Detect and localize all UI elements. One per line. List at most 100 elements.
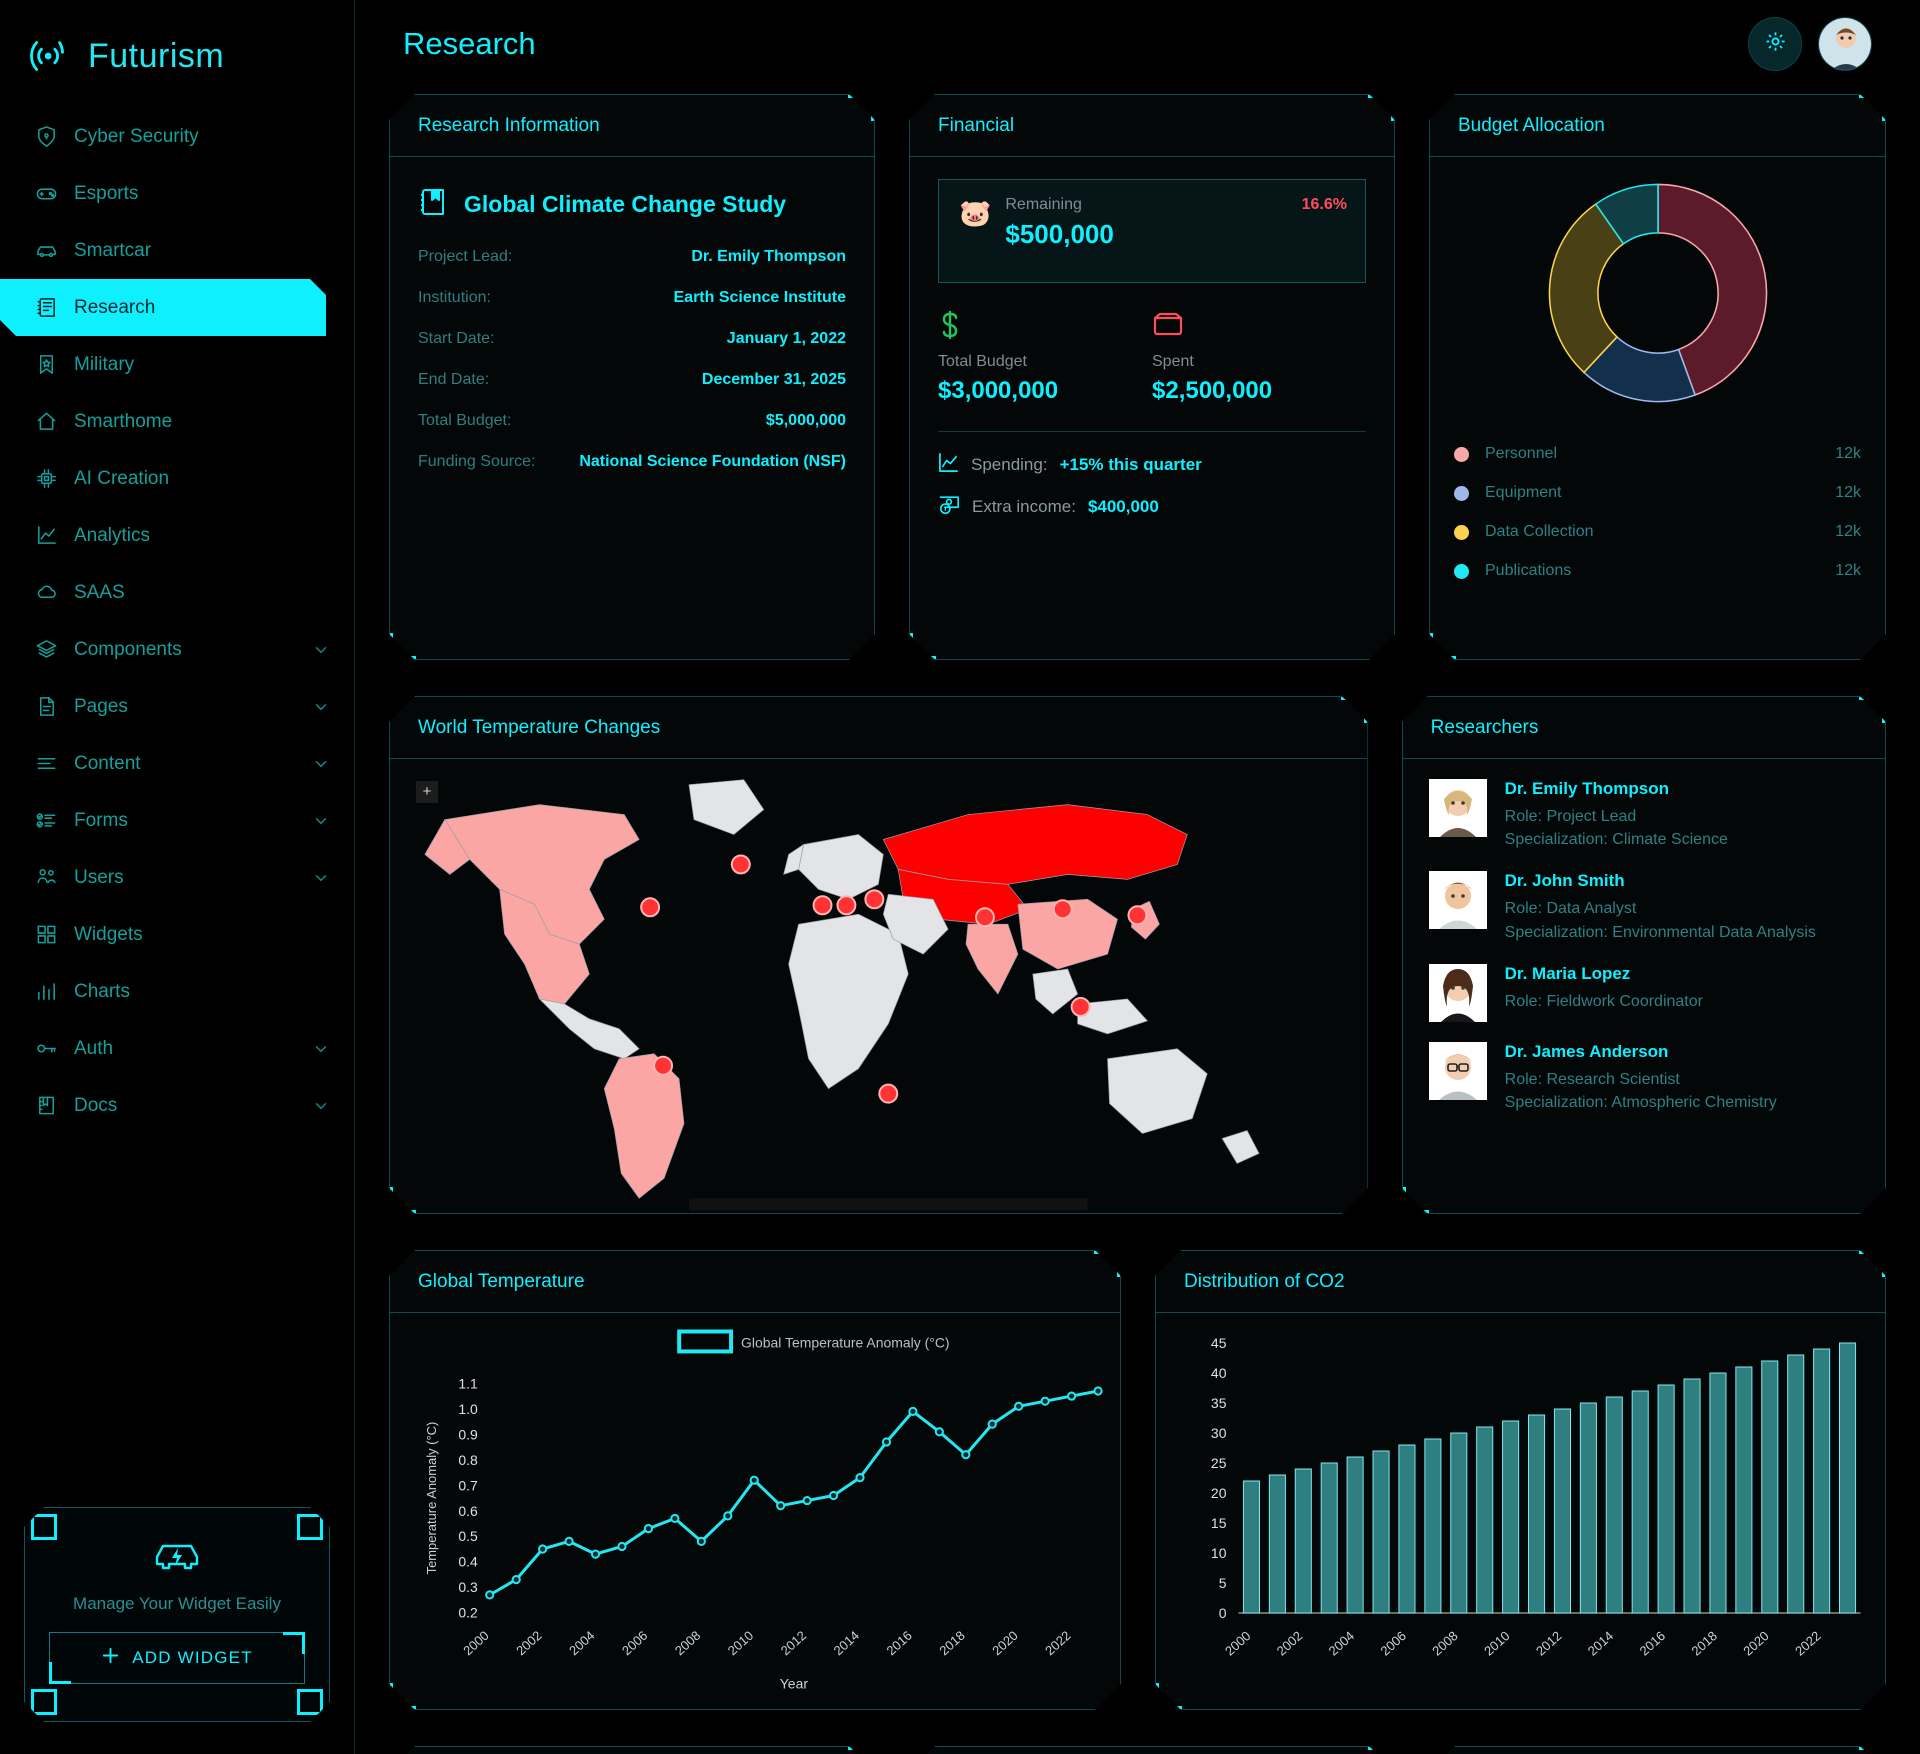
- sidebar-item-analytics[interactable]: Analytics: [0, 507, 354, 564]
- legend-item[interactable]: Personnel 12k: [1454, 445, 1861, 463]
- chevron-down-icon[interactable]: [312, 698, 330, 716]
- svg-text:0.9: 0.9: [458, 1426, 478, 1442]
- bar[interactable]: [1606, 1397, 1622, 1613]
- chevron-down-icon[interactable]: [312, 812, 330, 830]
- co2-distribution-chart: 0 5 10 15 20 25 30 35 40 45 2000 2002 2004 2006 2008 20…: [1156, 1313, 1885, 1709]
- bar[interactable]: [1762, 1361, 1778, 1613]
- researcher-item[interactable]: Dr. John Smith Role: Data Analyst Speciali…: [1429, 871, 1859, 943]
- chevron-down-icon[interactable]: [312, 755, 330, 773]
- cloud-icon: [34, 581, 58, 605]
- panel-title: Global Temperature: [390, 1251, 1120, 1313]
- corner-accent: [1859, 1747, 1885, 1754]
- legend-color-dot: [1454, 486, 1469, 501]
- bar[interactable]: [1554, 1409, 1570, 1613]
- sidebar-item-ai-creation[interactable]: AI Creation: [0, 450, 354, 507]
- sidebar-nav: Cyber Security Esports Smartcar Research Mil…: [0, 108, 354, 1134]
- brand[interactable]: Futurism: [0, 0, 354, 90]
- plus-icon: [101, 1646, 120, 1670]
- bar[interactable]: [1814, 1349, 1830, 1613]
- sidebar-item-forms[interactable]: Forms: [0, 792, 354, 849]
- researcher-item[interactable]: Dr. James Anderson Role: Research Scienti…: [1429, 1042, 1859, 1114]
- panel-title: World Temperature Changes: [390, 697, 1367, 759]
- researcher-specialization: Specialization: Atmospheric Chemistry: [1504, 1093, 1777, 1111]
- research-field-row: Funding Source: National Science Foundati…: [418, 453, 846, 471]
- bar[interactable]: [1477, 1427, 1493, 1613]
- bar[interactable]: [1425, 1439, 1441, 1613]
- bar[interactable]: [1295, 1469, 1311, 1613]
- legend-value: 12k: [1835, 562, 1861, 579]
- bar[interactable]: [1684, 1379, 1700, 1613]
- corner-accent: [297, 1689, 323, 1715]
- researcher-item[interactable]: Dr. Maria Lopez Role: Fieldwork Coordinat…: [1429, 964, 1859, 1022]
- svg-text:0.7: 0.7: [458, 1477, 478, 1493]
- money-bill-icon: [938, 494, 960, 520]
- document-icon: [34, 695, 58, 719]
- legend-item[interactable]: Publications 12k: [1454, 562, 1861, 580]
- bar[interactable]: [1399, 1445, 1415, 1613]
- chevron-down-icon[interactable]: [312, 869, 330, 887]
- researcher-role: Role: Project Lead: [1504, 808, 1637, 825]
- svg-text:2004: 2004: [566, 1628, 597, 1658]
- sidebar-item-docs[interactable]: Docs: [0, 1077, 354, 1134]
- corner-accent: [1094, 1251, 1120, 1277]
- chevron-down-icon[interactable]: [312, 1040, 330, 1058]
- add-widget-button[interactable]: ADD WIDGET: [49, 1632, 305, 1684]
- researcher-specialization: Specialization: Climate Science: [1504, 831, 1728, 849]
- sidebar-item-label: Research: [74, 296, 156, 318]
- researcher-item[interactable]: Dr. Emily Thompson Role: Project Lead Spec…: [1429, 779, 1859, 851]
- svg-text:2014: 2014: [1585, 1628, 1617, 1658]
- corner-accent: [390, 633, 416, 659]
- corner-accent: [1859, 697, 1885, 723]
- svg-text:5: 5: [1219, 1575, 1227, 1591]
- sidebar-item-users[interactable]: Users: [0, 849, 354, 906]
- bar[interactable]: [1658, 1385, 1674, 1613]
- settings-button[interactable]: [1748, 17, 1802, 71]
- sidebar-item-label: Widgets: [74, 923, 143, 945]
- sidebar-item-pages[interactable]: Pages: [0, 678, 354, 735]
- bar[interactable]: [1321, 1463, 1337, 1613]
- map-zoom-in-button[interactable]: +: [416, 781, 438, 803]
- sidebar-item-content[interactable]: Content: [0, 735, 354, 792]
- legend-item[interactable]: Data Collection 12k: [1454, 523, 1861, 541]
- corner-accent: [390, 1187, 416, 1213]
- bar[interactable]: [1580, 1403, 1596, 1613]
- bar[interactable]: [1451, 1433, 1467, 1613]
- sidebar-item-charts[interactable]: Charts: [0, 963, 354, 1020]
- avatar[interactable]: [1818, 17, 1872, 71]
- svg-text:2008: 2008: [672, 1628, 703, 1658]
- remaining-value: $500,000: [1005, 219, 1114, 249]
- researcher-avatar: [1429, 779, 1487, 837]
- sidebar-item-esports[interactable]: Esports: [0, 165, 354, 222]
- world-map[interactable]: +: [390, 759, 1367, 1211]
- sidebar-item-research[interactable]: Research: [0, 279, 326, 336]
- bar[interactable]: [1788, 1355, 1804, 1613]
- chevron-down-icon[interactable]: [312, 641, 330, 659]
- sidebar-item-auth[interactable]: Auth: [0, 1020, 354, 1077]
- sidebar-item-components[interactable]: Components: [0, 621, 354, 678]
- sidebar-item-military[interactable]: Military: [0, 336, 354, 393]
- bar[interactable]: [1269, 1475, 1285, 1613]
- bar[interactable]: [1347, 1457, 1363, 1613]
- bar[interactable]: [1632, 1391, 1648, 1613]
- research-field-key: Total Budget:: [418, 412, 512, 429]
- svg-text:1.1: 1.1: [458, 1375, 478, 1391]
- sidebar-item-cyber-security[interactable]: Cyber Security: [0, 108, 354, 165]
- co2-distribution-panel: Distribution of CO2 0 5 10 15 20 25 30 35 40 45 20…: [1155, 1250, 1886, 1710]
- sidebar-item-smartcar[interactable]: Smartcar: [0, 222, 354, 279]
- gamepad-icon: [34, 182, 58, 206]
- bar[interactable]: [1710, 1373, 1726, 1613]
- researchers-list[interactable]: Dr. Emily Thompson Role: Project Lead Spec…: [1403, 759, 1885, 1211]
- bar[interactable]: [1529, 1415, 1545, 1613]
- bar[interactable]: [1373, 1451, 1389, 1613]
- bar[interactable]: [1243, 1481, 1259, 1613]
- sidebar-item-saas[interactable]: SAAS: [0, 564, 354, 621]
- chevron-down-icon[interactable]: [312, 1097, 330, 1115]
- sidebar-item-label: Content: [74, 752, 141, 774]
- legend-item[interactable]: Equipment 12k: [1454, 484, 1861, 502]
- bar[interactable]: [1736, 1367, 1752, 1613]
- sidebar-item-smarthome[interactable]: Smarthome: [0, 393, 354, 450]
- sidebar-item-label: Forms: [74, 809, 128, 831]
- bar[interactable]: [1503, 1421, 1519, 1613]
- sidebar-item-widgets[interactable]: Widgets: [0, 906, 354, 963]
- bar[interactable]: [1840, 1343, 1856, 1613]
